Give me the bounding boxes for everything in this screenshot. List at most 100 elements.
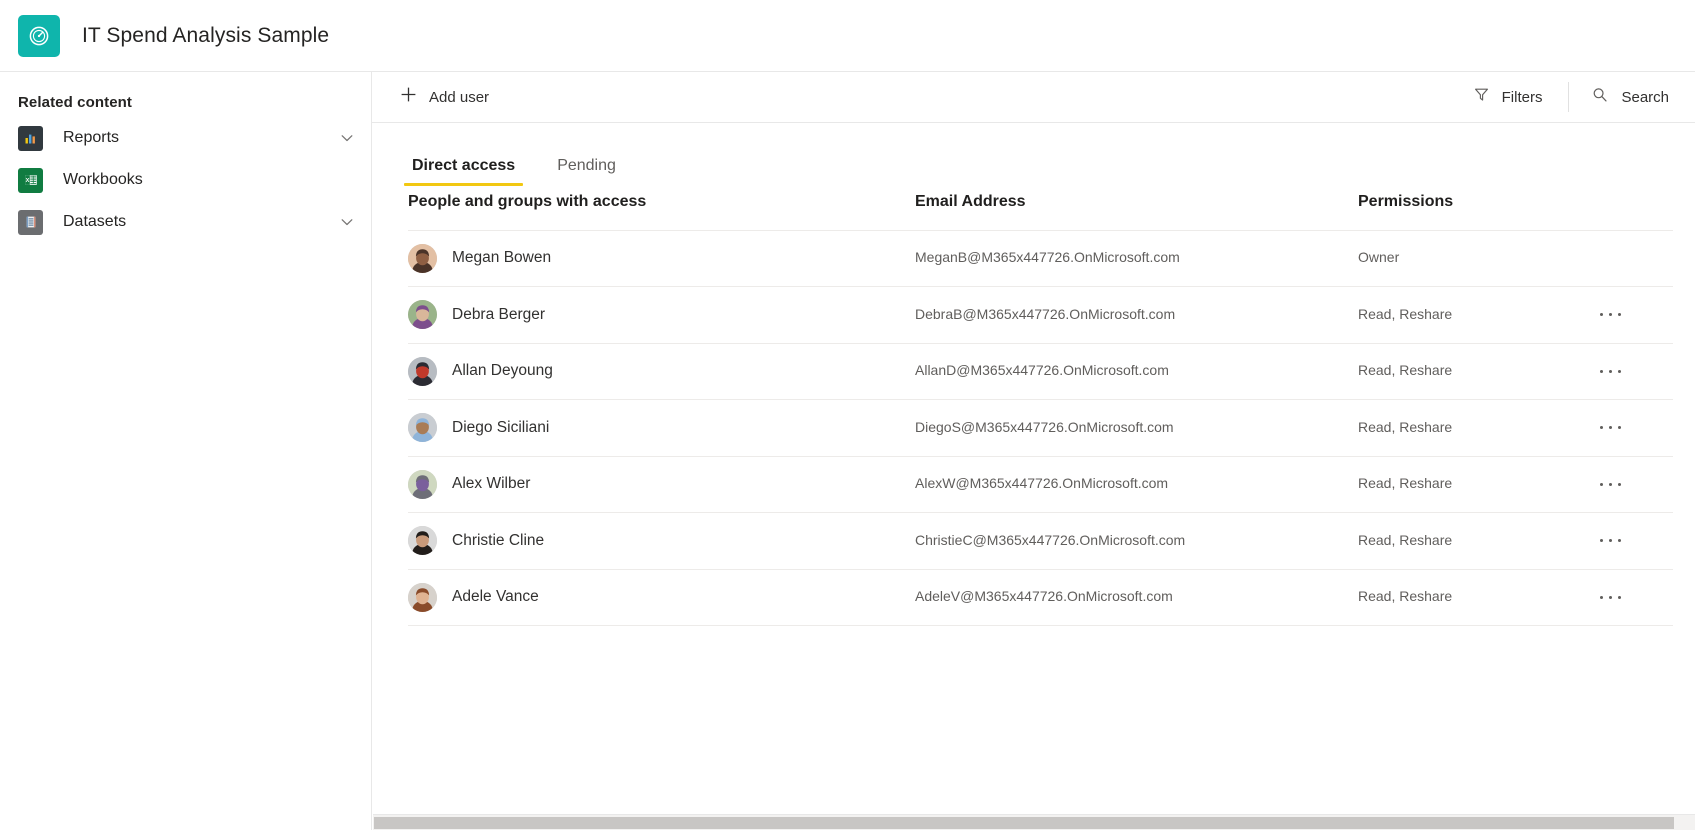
chevron-down-icon[interactable] (339, 130, 355, 146)
toolbar-divider (1568, 82, 1570, 112)
access-toolbar: Add user Filters Search (372, 72, 1695, 123)
cell-person: Megan Bowen (408, 230, 913, 287)
cell-email: AllanD@M365x447726.OnMicrosoft.com (913, 343, 1358, 400)
table-row[interactable]: Alex Wilber AlexW@M365x447726.OnMicrosoft… (408, 456, 1673, 513)
email-address: AlexW@M365x447726.OnMicrosoft.com (915, 475, 1169, 492)
sidebar-item-label: Reports (63, 129, 120, 146)
tab-label: Direct access (412, 157, 516, 174)
permission-value: Read, Reshare (1358, 531, 1453, 548)
person-name: Adele Vance (452, 588, 539, 606)
horizontal-scrollbar[interactable] (373, 814, 1695, 830)
cell-person: Adele Vance (408, 569, 913, 626)
add-user-button[interactable]: Add user (392, 80, 497, 114)
permission-value: Read, Reshare (1358, 475, 1453, 492)
more-options-icon[interactable] (1593, 357, 1627, 385)
avatar (408, 526, 437, 556)
add-user-label: Add user (429, 88, 490, 106)
email-address: DebraB@M365x447726.OnMicrosoft.com (915, 305, 1176, 322)
cell-person: Allan Deyoung (408, 343, 913, 400)
cell-actions (1593, 343, 1673, 400)
cell-email: MeganB@M365x447726.OnMicrosoft.com (913, 230, 1358, 287)
cell-permission: Owner (1358, 230, 1593, 287)
more-options-icon[interactable] (1593, 470, 1627, 498)
cell-email: DiegoS@M365x447726.OnMicrosoft.com (913, 400, 1358, 457)
search-button[interactable]: Search (1583, 80, 1677, 114)
app-header: IT Spend Analysis Sample (0, 0, 1695, 72)
gauge-icon (18, 14, 60, 57)
email-address: AdeleV@M365x447726.OnMicrosoft.com (915, 588, 1173, 605)
more-options-icon[interactable] (1593, 301, 1627, 329)
search-icon (1591, 86, 1609, 109)
column-header-actions (1593, 186, 1673, 230)
excel-workbook-icon: X (18, 167, 43, 193)
sidebar-item-reports[interactable]: Reports (0, 117, 371, 159)
cell-person: Diego Siciliani (408, 400, 913, 457)
svg-text:X: X (25, 178, 29, 184)
table-header-row: People and groups with access Email Addr… (408, 186, 1673, 230)
table-row[interactable]: Diego Siciliani DiegoS@M365x447726.OnMicr… (408, 399, 1673, 457)
tab-direct-access[interactable]: Direct access (403, 157, 524, 186)
table-row[interactable]: Adele Vance AdeleV@M365x447726.OnMicrosof… (408, 569, 1673, 626)
avatar (408, 243, 437, 273)
avatar (408, 582, 437, 612)
cell-permission: Read, Reshare (1358, 287, 1593, 344)
share-access-panel: IT Spend Analysis Sample Related content… (0, 0, 1695, 830)
dataset-database-icon (18, 209, 43, 235)
more-options-icon[interactable] (1593, 527, 1627, 555)
cell-permission: Read, Reshare (1358, 513, 1593, 570)
cell-permission: Read, Reshare (1358, 569, 1593, 626)
permission-value: Read, Reshare (1358, 588, 1453, 605)
access-tabs: Direct access Pending (372, 123, 1695, 186)
cell-permission: Read, Reshare (1358, 456, 1593, 513)
funnel-icon (1473, 86, 1490, 108)
search-label: Search (1621, 88, 1669, 106)
sidebar-item-workbooks[interactable]: X Workbooks (0, 159, 371, 201)
email-address: DiegoS@M365x447726.OnMicrosoft.com (915, 418, 1174, 435)
sidebar-item-label: Datasets (63, 213, 127, 230)
person-name: Allan Deyoung (452, 362, 553, 380)
more-options-icon[interactable] (1593, 414, 1627, 442)
cell-permission: Read, Reshare (1358, 343, 1593, 400)
sidebar-item-label: Workbooks (63, 171, 143, 188)
column-header-people: People and groups with access (408, 192, 647, 210)
person-name: Diego Siciliani (452, 418, 550, 436)
cell-email: DebraB@M365x447726.OnMicrosoft.com (913, 287, 1358, 344)
access-table-container: People and groups with access Email Addr… (372, 186, 1695, 830)
more-options-icon[interactable] (1593, 583, 1627, 611)
scrollbar-thumb[interactable] (374, 817, 1674, 829)
permission-value: Read, Reshare (1358, 305, 1453, 322)
table-row[interactable]: Christie Cline ChristieC@M365x447726.OnMi… (408, 512, 1673, 570)
table-row[interactable]: Debra Berger DebraB@M365x447726.OnMicroso… (408, 286, 1673, 344)
related-content-sidebar: Related content Reports X Workbooks Data… (0, 72, 372, 830)
table-header: People and groups with access Email Addr… (408, 186, 1673, 230)
avatar (408, 469, 437, 499)
cell-person: Christie Cline (408, 513, 913, 570)
person-name: Alex Wilber (452, 475, 531, 493)
avatar (408, 300, 437, 330)
cell-person: Alex Wilber (408, 456, 913, 513)
filters-label: Filters (1501, 88, 1543, 106)
permission-value: Read, Reshare (1358, 362, 1453, 379)
cell-actions (1593, 230, 1673, 287)
table-row[interactable]: Megan Bowen MeganB@M365x447726.OnMicrosof… (408, 230, 1673, 287)
filters-button[interactable]: Filters (1465, 80, 1555, 114)
tab-pending[interactable]: Pending (553, 157, 620, 186)
tab-label: Pending (557, 157, 616, 174)
chevron-down-icon[interactable] (339, 214, 355, 230)
cell-permission: Read, Reshare (1358, 400, 1593, 457)
table-row[interactable]: Allan Deyoung AllanD@M365x447726.OnMicros… (408, 343, 1673, 400)
avatar (408, 356, 437, 386)
avatar (408, 413, 437, 443)
email-address: MeganB@M365x447726.OnMicrosoft.com (915, 249, 1180, 266)
sidebar-item-datasets[interactable]: Datasets (0, 201, 371, 243)
column-header-email: Email Address (915, 192, 1026, 210)
permission-value: Read, Reshare (1358, 418, 1453, 435)
cell-person: Debra Berger (408, 287, 913, 344)
cell-actions (1593, 456, 1673, 513)
permission-value: Owner (1358, 249, 1400, 266)
email-address: AllanD@M365x447726.OnMicrosoft.com (915, 362, 1169, 379)
person-name: Megan Bowen (452, 249, 552, 267)
cell-actions (1593, 513, 1673, 570)
person-name: Debra Berger (452, 305, 546, 323)
table-body: Megan Bowen MeganB@M365x447726.OnMicrosof… (408, 230, 1673, 626)
